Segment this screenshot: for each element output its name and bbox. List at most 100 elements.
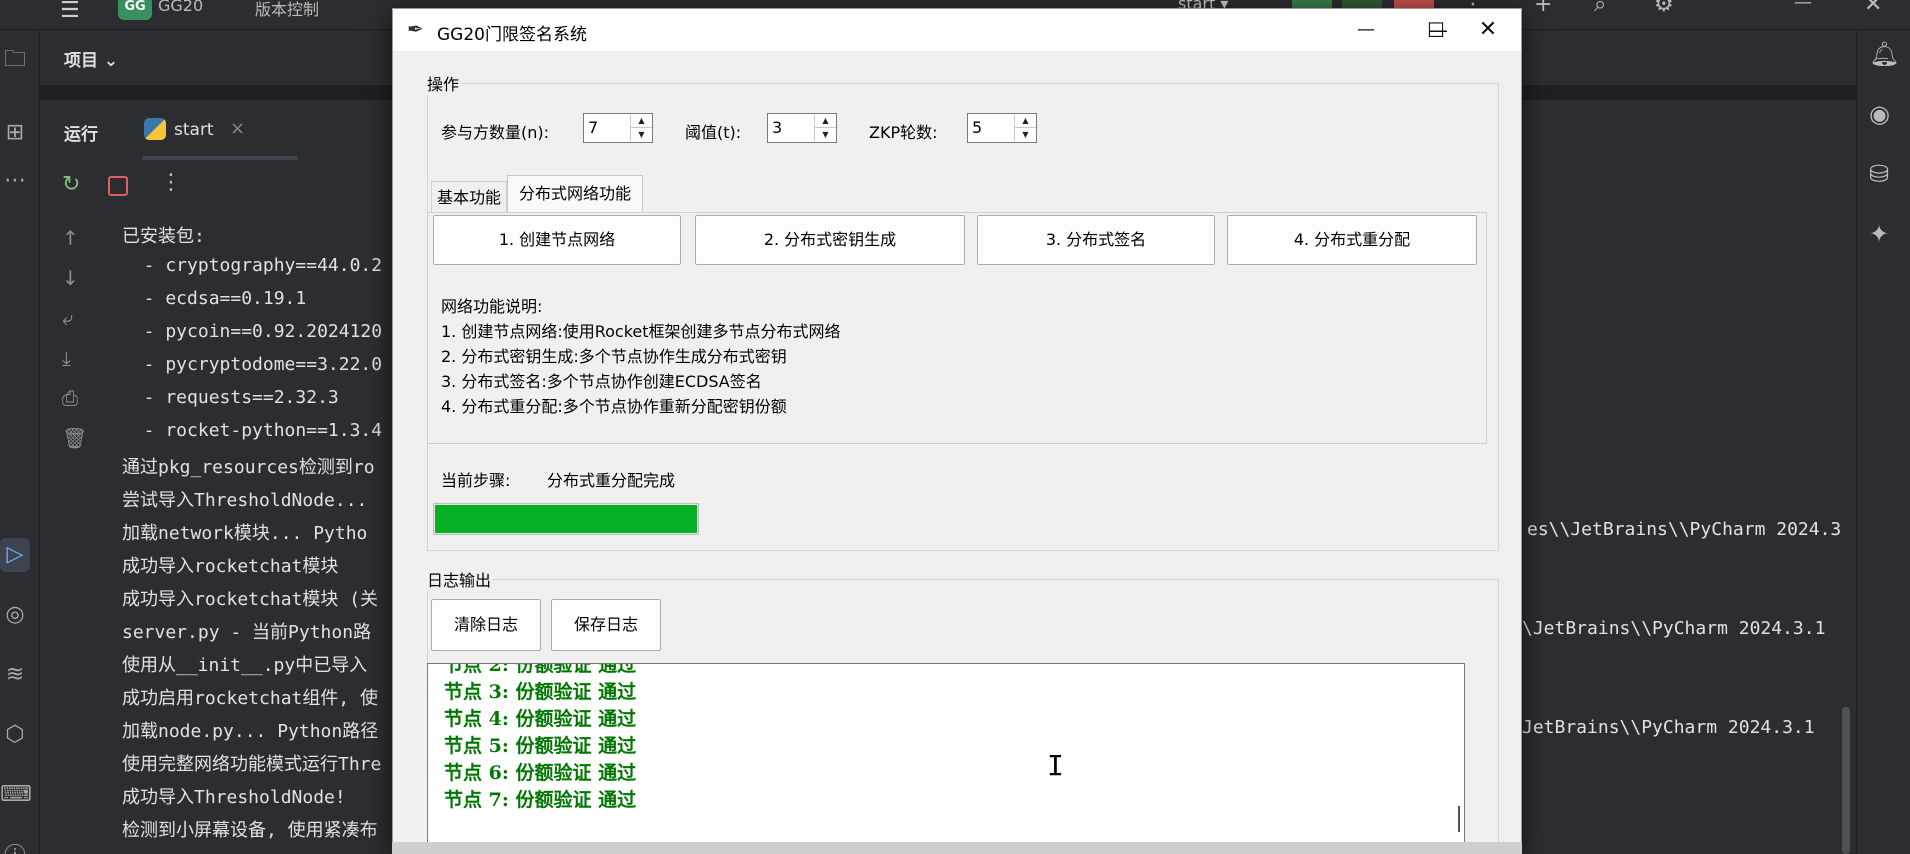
notifications-icon[interactable]: 🔔︎ [1869,40,1899,68]
terminal-icon[interactable]: ⌨ [0,782,32,807]
console-line: 使用从__init__.py中已导入 [122,655,368,676]
plugin-icon[interactable]: ✦ [1869,220,1889,248]
description-line: 3. 分布式签名:多个节点协作创建ECDSA签名 [441,372,762,391]
console-line: 通过pkg_resources检测到ro [122,457,375,478]
create-node-network-button[interactable]: 1. 创建节点网络 [433,215,681,265]
stop-process-icon[interactable] [108,176,128,196]
rerun-icon[interactable]: ↻ [62,172,80,197]
save-log-button[interactable]: 保存日志 [551,599,661,651]
more-tools-icon[interactable]: ⋯ [0,168,30,193]
zkp-label: ZKP轮数: [869,123,938,142]
minimize-button[interactable]: — [1341,13,1391,47]
ai-assistant-icon[interactable]: ◉ [1869,100,1890,128]
maximize-button[interactable]: ☐ [1411,13,1461,47]
arrow-up-icon[interactable]: ↑ [62,226,79,250]
tab-basic-label: 基本功能 [436,188,501,207]
log-line: 节点 4: 份额验证 通过 [444,708,637,730]
spin-down-icon[interactable]: ▼ [815,128,836,142]
console-line: 尝试导入ThresholdNode... [122,490,368,511]
python-console-icon[interactable]: ◎ [0,602,30,627]
button-label: 清除日志 [453,615,518,634]
log-line: 节点 3: 份额验证 通过 [444,681,637,703]
arrow-down-icon[interactable]: ↓ [62,266,79,290]
button-label: 3. 分布式签名 [1045,230,1147,249]
console-side-toolbar: ↑ ↓ ⤶ ⤓ ⎙ 🗑︎ [40,212,110,854]
console-line: 加载network模块... Pytho [122,523,368,544]
scroll-to-end-icon[interactable]: ⤓ [62,346,71,370]
close-button[interactable]: ✕ [1463,13,1513,47]
folder-icon[interactable]: 🗀 [0,42,30,80]
button-label: 1. 创建节点网络 [498,230,616,249]
console-line: server.py - 当前Python路 [122,622,372,643]
print-icon[interactable]: ⎙ [62,386,78,410]
run-panel-title: 运行 [64,125,98,145]
console-line: 检测到小屏幕设备, 使用紧凑布 [122,820,378,841]
vcs-menu[interactable]: 版本控制 [255,0,319,20]
progress-bar [433,503,699,535]
console-line: - ecdsa==0.19.1 [122,288,307,309]
console-line: - pycryptodome==3.22.0 [122,354,383,375]
description-line: 4. 分布式重分配:多个节点协作重新分配密钥份额 [441,397,787,416]
gear-icon[interactable]: ⚙ [1654,0,1674,17]
add-user-icon[interactable]: + [1534,0,1552,17]
tab-distributed-label: 分布式网络功能 [518,184,631,203]
clear-log-button[interactable]: 清除日志 [431,599,541,651]
log-line: 节点 7: 份额验证 通过 [444,789,637,811]
more-actions-icon[interactable]: ⋮ [160,170,182,195]
tab-distributed-network[interactable]: 分布式网络功能 [507,175,643,213]
spin-up-icon[interactable]: ▲ [815,114,836,128]
close-window-icon[interactable]: ✕ [1864,0,1882,17]
python-file-icon [144,118,166,140]
console-scrollbar[interactable] [1842,707,1850,854]
button-label: 2. 分布式密钥生成 [763,230,897,249]
console-line: - pycoin==0.92.2024120 [122,321,383,342]
description-line: 2. 分布式密钥生成:多个节点协作生成分布式密钥 [441,347,787,366]
zkp-spinbox[interactable]: 5 ▲ ▼ [967,113,1037,143]
distributed-keygen-button[interactable]: 2. 分布式密钥生成 [695,215,965,265]
distributed-sign-button[interactable]: 3. 分布式签名 [977,215,1215,265]
console-line: 成功导入rocketchat模块 [122,556,339,577]
distributed-reshare-button[interactable]: 4. 分布式重分配 [1227,215,1477,265]
console-line: - requests==2.32.3 [122,387,339,408]
console-line: 成功导入ThresholdNode! [122,787,346,808]
project-panel-title[interactable]: 项目 ⌄ [64,46,118,71]
spin-up-icon[interactable]: ▲ [1015,114,1036,128]
structure-icon[interactable]: ⊞ [0,120,30,145]
database-icon[interactable]: ⛁ [1869,160,1889,188]
description-line: 1. 创建节点网络:使用Rocket框架创建多节点分布式网络 [441,322,841,341]
zkp-value: 5 [972,118,983,137]
t-spinbox[interactable]: 3 ▲ ▼ [767,113,837,143]
console-line: - cryptography==44.0.2 [122,255,383,276]
right-tool-strip: 🔔︎ ◉ ⛁ ✦ [1856,30,1910,854]
layers-icon[interactable]: ≋ [0,662,30,687]
project-name[interactable]: GG20 [158,0,203,15]
soft-wrap-icon[interactable]: ⤶ [62,306,73,330]
project-badge[interactable]: GG [118,0,152,20]
log-line: 节点 6: 份额验证 通过 [444,762,637,784]
progress-bar-fill [435,505,697,533]
description-title: 网络功能说明: [441,297,543,316]
left-tool-strip: 🗀 ⊞ ⋯ ▷ ◎ ≋ ⬡ ⌨ ⓘ [0,30,40,854]
services-icon[interactable]: ⬡ [0,722,30,747]
tab-basic-functions[interactable]: 基本功能 [431,181,507,213]
window-bottom-edge [392,842,1522,854]
button-label: 4. 分布式重分配 [1293,230,1411,249]
minimize-window-icon[interactable]: — [1794,0,1812,13]
problems-icon[interactable]: ⓘ [0,838,30,854]
spin-up-icon[interactable]: ▲ [631,114,652,128]
dialog-title: GG20门限签名系统 [437,25,587,45]
search-icon[interactable]: ⌕ [1594,0,1606,17]
run-tab-start[interactable]: start [174,120,214,140]
spin-down-icon[interactable]: ▼ [631,128,652,142]
gg20-dialog-window: ✒ GG20门限签名系统 — — ☐ ✕ 操作 参与方数量(n): 7 ▲ ▼ 阈… [392,8,1522,854]
trash-icon[interactable]: 🗑︎ [62,426,87,450]
log-output[interactable]: 节点 2: 份额验证 通过 节点 3: 份额验证 通过 节点 4: 份额验证 通… [427,663,1465,854]
close-tab-icon[interactable]: × [230,118,245,139]
console-line: 成功导入rocketchat模块 (关 [122,589,379,610]
spin-down-icon[interactable]: ▼ [1015,128,1036,142]
n-spinbox[interactable]: 7 ▲ ▼ [583,113,653,143]
n-label: 参与方数量(n): [441,123,550,142]
hamburger-menu-icon[interactable]: ☰ [60,0,80,23]
run-tool-icon[interactable]: ▷ [0,538,30,572]
project-panel-label: 项目 [64,51,98,71]
